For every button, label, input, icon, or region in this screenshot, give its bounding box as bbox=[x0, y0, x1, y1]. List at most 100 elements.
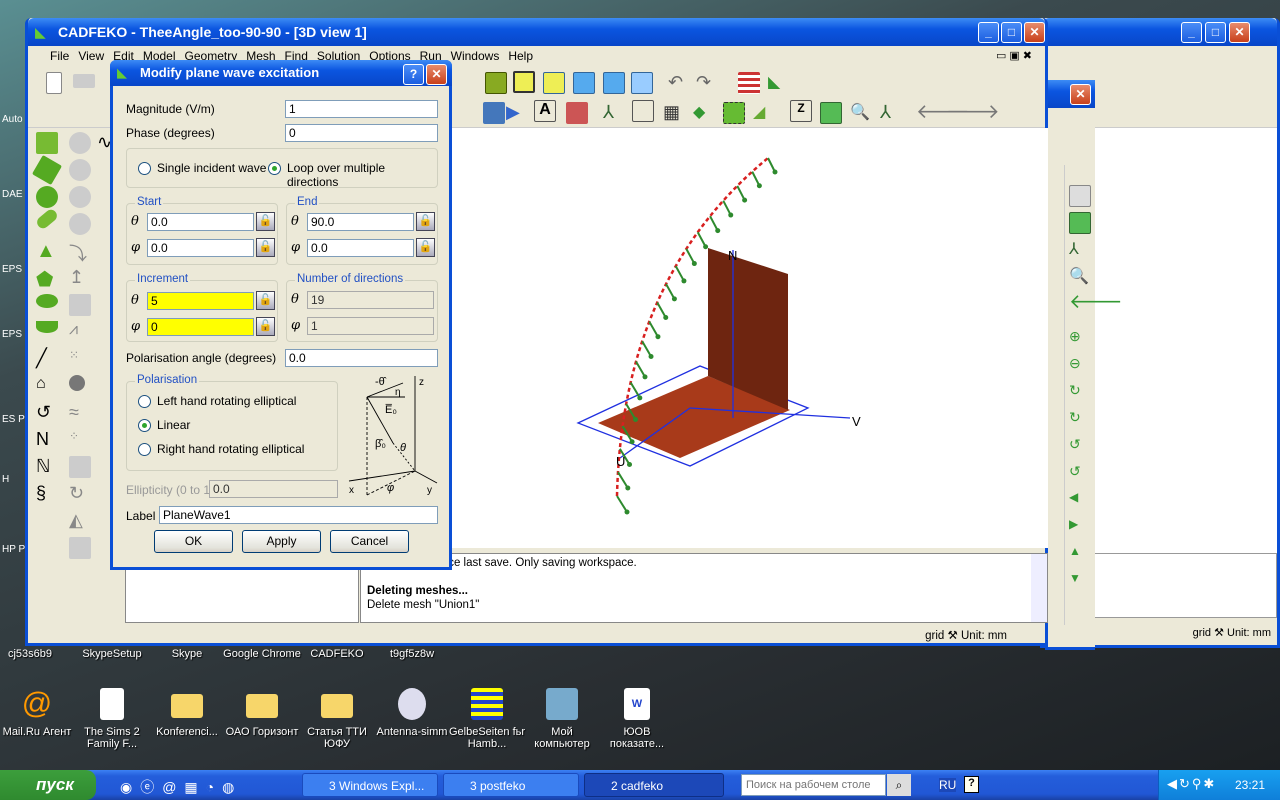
stitch-icon[interactable]: ⁙ bbox=[69, 348, 91, 370]
close-button[interactable]: ✕ bbox=[1024, 22, 1045, 43]
start-theta-input[interactable] bbox=[147, 213, 254, 231]
undo-icon[interactable]: ↶ bbox=[668, 72, 690, 94]
polyline-icon[interactable]: ⌂ bbox=[36, 375, 58, 397]
desktop-icon-oao[interactable]: ОАО Горизонт bbox=[222, 688, 302, 738]
cylinder-icon[interactable] bbox=[34, 207, 60, 231]
zoom-extents-icon[interactable] bbox=[1069, 212, 1091, 234]
ellipse-icon[interactable] bbox=[36, 294, 58, 308]
minimize-button[interactable]: _ bbox=[1181, 22, 1202, 43]
axes-icon[interactable]: ⅄ bbox=[603, 102, 625, 124]
redo-icon[interactable]: ↷ bbox=[696, 72, 718, 94]
wireframe-icon[interactable] bbox=[631, 72, 653, 94]
workplane-icon[interactable]: ◢ bbox=[753, 102, 775, 124]
end-phi-input[interactable] bbox=[307, 239, 414, 257]
magnitude-input[interactable] bbox=[285, 100, 438, 118]
zoom-out-icon[interactable]: ⊖ bbox=[1069, 355, 1091, 377]
search-icon[interactable]: ⌕ bbox=[887, 774, 911, 796]
cube-icon[interactable] bbox=[485, 72, 507, 94]
pointer-icon[interactable]: ▶ bbox=[506, 102, 528, 124]
left-hand-elliptical-radio[interactable] bbox=[138, 395, 151, 408]
mesh-icon[interactable] bbox=[483, 102, 505, 124]
refresh-icon[interactable]: ↻ bbox=[69, 483, 91, 505]
background-postfeko-window[interactable]: ✕ ⅄ 🔍 🡐 ⊕ ⊖ ↻ ↻ ↺ ↺ ◀ ▶ ▲ ▼ bbox=[1045, 80, 1123, 650]
pan-right-icon[interactable]: ▶ bbox=[1069, 517, 1091, 539]
start-button[interactable]: пуск bbox=[0, 770, 96, 800]
ok-button[interactable]: OK bbox=[154, 530, 233, 553]
close-button[interactable]: ✕ bbox=[1070, 84, 1091, 105]
cancel-button[interactable]: Cancel bbox=[330, 530, 409, 553]
label-input[interactable] bbox=[159, 506, 438, 524]
single-incident-radio[interactable] bbox=[138, 162, 151, 175]
polygon-icon[interactable]: ⬟ bbox=[36, 267, 58, 291]
open-folder-icon[interactable] bbox=[73, 74, 95, 88]
spline-icon[interactable]: N bbox=[36, 429, 58, 451]
menu-windows[interactable]: Windows bbox=[451, 49, 500, 63]
arrow-left-icon[interactable]: 🡐 bbox=[1069, 292, 1123, 315]
desktop-icon-word-doc[interactable]: W ЮОВ показате... bbox=[597, 688, 677, 750]
helix-icon[interactable]: § bbox=[36, 483, 58, 505]
grid-status[interactable]: grid bbox=[925, 630, 944, 642]
desktop-icon-skypesetup[interactable]: SkypeSetup bbox=[72, 648, 152, 660]
lock-icon[interactable]: 🔓 bbox=[416, 238, 435, 257]
cube-view-icon[interactable] bbox=[573, 72, 595, 94]
grid-icon[interactable]: ▦ bbox=[663, 102, 685, 124]
phase-input[interactable] bbox=[285, 124, 438, 142]
sphere-icon[interactable] bbox=[36, 186, 58, 208]
desktop-icon-cadfeko[interactable]: CADFEKO bbox=[297, 648, 377, 660]
flare-icon[interactable] bbox=[31, 154, 63, 186]
point-icon[interactable] bbox=[69, 375, 85, 391]
minimize-button[interactable]: _ bbox=[978, 22, 999, 43]
right-hand-elliptical-radio[interactable] bbox=[138, 443, 151, 456]
zoom-icon[interactable]: 🔍 bbox=[1069, 266, 1091, 288]
desktop-icon-antenna[interactable]: Antenna-simm bbox=[372, 688, 452, 738]
paraboloid-icon[interactable] bbox=[36, 321, 58, 333]
mirror-icon[interactable]: ◭ bbox=[69, 510, 91, 532]
menu-help[interactable]: Help bbox=[508, 49, 533, 63]
spline-icon[interactable]: ℕ bbox=[36, 456, 58, 478]
menu-file[interactable]: File bbox=[50, 49, 69, 63]
lock-icon[interactable]: 🔓 bbox=[256, 291, 275, 310]
lock-icon[interactable]: 🔓 bbox=[256, 317, 275, 336]
apply-button[interactable]: Apply bbox=[242, 530, 321, 553]
wave-icon[interactable]: ≈ bbox=[69, 402, 91, 424]
lock-icon[interactable]: 🔓 bbox=[416, 212, 435, 231]
select-icon[interactable] bbox=[723, 102, 745, 124]
view-z-icon[interactable]: Z bbox=[790, 100, 812, 122]
linear-radio[interactable] bbox=[138, 419, 151, 432]
pan-up-icon[interactable]: ▲ bbox=[1069, 544, 1091, 566]
close-button[interactable]: ✕ bbox=[1229, 22, 1250, 43]
maximize-button[interactable]: □ bbox=[1205, 22, 1226, 43]
cube-view-icon[interactable] bbox=[513, 71, 535, 93]
maximize-button[interactable]: □ bbox=[1001, 22, 1022, 43]
desktop-icon-t9gf5z8w[interactable]: t9gf5z8w bbox=[372, 648, 452, 660]
cube-view-icon[interactable] bbox=[543, 72, 565, 94]
desktop-icon-my-computer[interactable]: Мой компьютер bbox=[522, 688, 602, 750]
rotate-icon[interactable]: ↻ bbox=[1069, 409, 1091, 431]
menu-view[interactable]: View bbox=[78, 49, 104, 63]
extrude-icon[interactable]: ↥ bbox=[69, 267, 91, 289]
help-icon[interactable]: ? bbox=[964, 776, 979, 793]
split-icon[interactable] bbox=[69, 213, 91, 235]
taskbar-item-postfeko[interactable]: 3 postfeko bbox=[443, 773, 579, 797]
desktop-icon-cj53s6b9[interactable]: cj53s6b9 bbox=[0, 648, 70, 660]
solver-settings-icon[interactable] bbox=[738, 72, 760, 94]
new-file-icon[interactable] bbox=[46, 72, 62, 94]
pan-left-icon[interactable]: ◀ bbox=[1069, 490, 1091, 512]
desktop-icon-statya[interactable]: Статья ТТИ ЮФУ bbox=[297, 688, 377, 750]
rotate-icon[interactable]: ↺ bbox=[1069, 436, 1091, 458]
view-z-icon[interactable] bbox=[1069, 185, 1091, 207]
polarisation-angle-input[interactable] bbox=[285, 349, 438, 367]
mdi-window-controls[interactable]: ▭▣✖ bbox=[996, 49, 1035, 62]
loop-directions-radio[interactable] bbox=[268, 162, 281, 175]
3d-view-canvas[interactable]: N V U bbox=[360, 128, 1048, 548]
pan-down-icon[interactable]: ▼ bbox=[1069, 571, 1091, 593]
cube-view-icon[interactable] bbox=[603, 72, 625, 94]
desktop-icon-mailru[interactable]: @ Mail.Ru Агент bbox=[0, 688, 77, 739]
surface-icon[interactable]: ⩘ bbox=[69, 321, 91, 343]
lock-icon[interactable]: 🔓 bbox=[256, 238, 275, 257]
desktop-icon-skype[interactable]: Skype bbox=[147, 648, 227, 660]
arc-icon[interactable]: ↺ bbox=[36, 402, 58, 424]
zoom-icon[interactable]: 🔍 bbox=[850, 102, 872, 124]
union-icon[interactable] bbox=[69, 132, 91, 154]
subtract-icon[interactable] bbox=[69, 159, 91, 181]
